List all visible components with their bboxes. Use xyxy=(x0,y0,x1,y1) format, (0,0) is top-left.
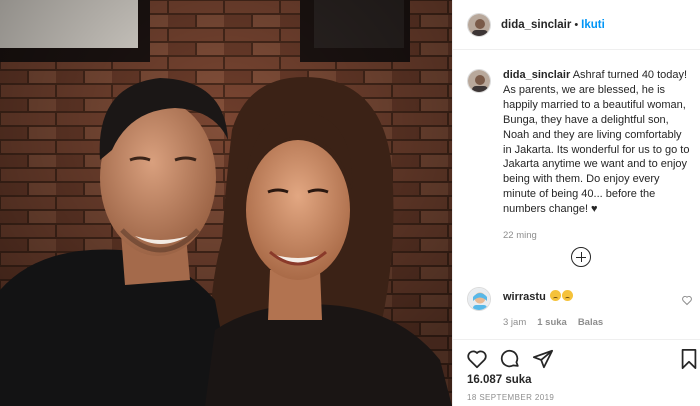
caption-username[interactable]: dida_sinclair xyxy=(503,69,570,81)
reply-button[interactable]: Balas xyxy=(578,317,603,328)
caption: dida_sinclair Ashraf turned 40 today! As… xyxy=(467,68,693,241)
instagram-post-view: dida_sinclair • Ikuti dida_sinclair Ashr… xyxy=(0,0,700,406)
paper-plane-icon[interactable] xyxy=(532,348,554,370)
comment-likes[interactable]: 1 suka xyxy=(537,317,567,328)
sad-face-emoji-icon xyxy=(561,290,573,301)
comment-icon[interactable] xyxy=(499,348,521,370)
post-side-panel: dida_sinclair • Ikuti dida_sinclair Ashr… xyxy=(452,0,700,406)
avatar[interactable] xyxy=(467,12,491,37)
comment-heart-icon[interactable] xyxy=(681,294,693,306)
heart-icon[interactable] xyxy=(466,348,488,370)
post-header: dida_sinclair • Ikuti xyxy=(453,0,700,50)
action-bar xyxy=(453,339,700,377)
bookmark-icon[interactable] xyxy=(678,348,700,370)
header-username[interactable]: dida_sinclair xyxy=(501,19,571,31)
header-separator: • xyxy=(574,18,579,31)
likes-count[interactable]: 16.087 suka xyxy=(467,374,532,386)
post-date: 18 SEPTEMBER 2019 xyxy=(467,393,555,402)
comment-item: wirrastu 3 jam 1 suka Balas xyxy=(467,287,693,328)
caption-avatar[interactable] xyxy=(467,69,491,93)
post-photo[interactable] xyxy=(0,0,452,406)
photo-image xyxy=(0,0,452,406)
follow-button[interactable]: Ikuti xyxy=(581,19,605,31)
comment-meta: 3 jam 1 suka Balas xyxy=(503,317,693,328)
comment-text: wirrastu xyxy=(503,287,693,303)
comment-time[interactable]: 3 jam xyxy=(503,317,526,328)
comment-avatar[interactable] xyxy=(467,287,491,311)
comment-username[interactable]: wirrastu xyxy=(503,291,546,303)
caption-text-block: dida_sinclair Ashraf turned 40 today! As… xyxy=(503,68,693,217)
caption-timestamp[interactable]: 22 ming xyxy=(503,230,693,241)
plus-circle-icon[interactable] xyxy=(571,247,591,267)
caption-text: Ashraf turned 40 today! As parents, we a… xyxy=(503,69,690,216)
sad-face-emoji-icon xyxy=(549,290,561,301)
